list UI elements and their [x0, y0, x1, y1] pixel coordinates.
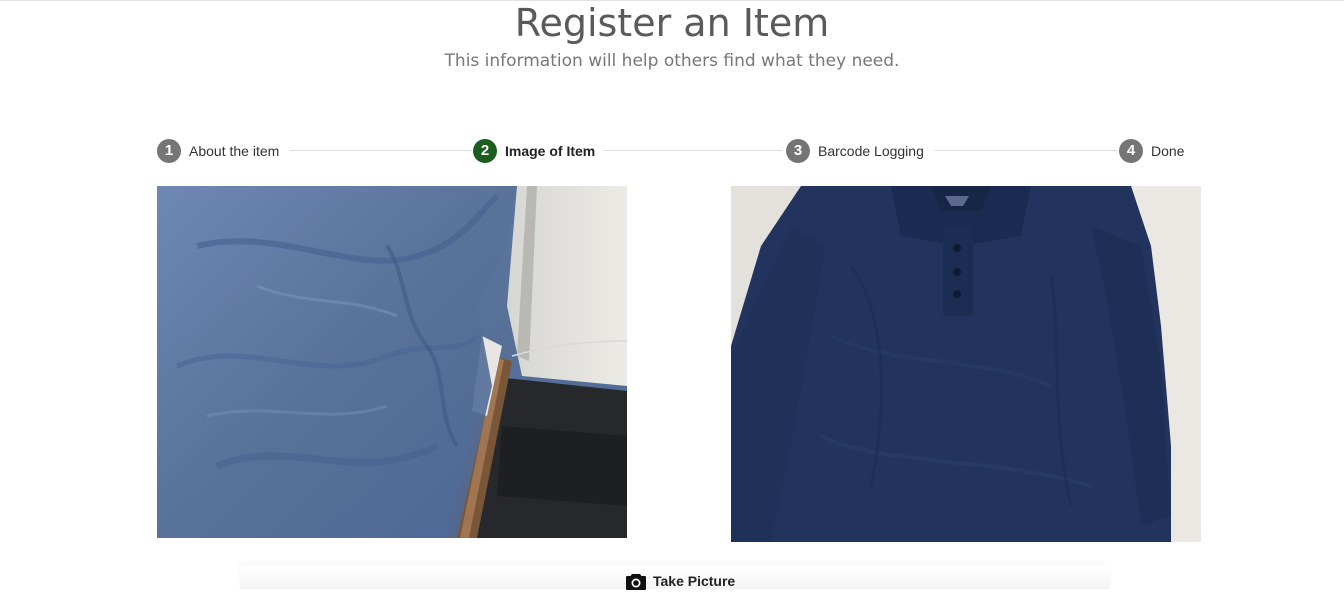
step-connector: [934, 150, 1118, 151]
step-image-of-item[interactable]: 2 Image of Item: [473, 138, 604, 163]
camera-icon: [626, 574, 646, 590]
step-label: About the item: [189, 142, 280, 159]
polo-shirt-image: [731, 186, 1201, 542]
step-progress: 1 About the item 2 Image of Item 3 Barco…: [157, 138, 1193, 163]
step-number: 1: [157, 138, 181, 163]
step-about-item[interactable]: 1 About the item: [157, 138, 288, 163]
step-number: 4: [1119, 138, 1143, 163]
step-label: Done: [1151, 142, 1185, 159]
captured-item-photo: [157, 186, 627, 538]
page-subtitle: This information will help others find w…: [444, 51, 900, 71]
step-barcode-logging[interactable]: 3 Barcode Logging: [786, 138, 932, 163]
step-done[interactable]: 4 Done: [1119, 138, 1193, 163]
step-number: 3: [786, 138, 810, 163]
step-label: Barcode Logging: [818, 142, 924, 159]
item-preview-photo: [731, 186, 1201, 542]
step-number: 2: [473, 138, 497, 163]
step-connector: [602, 150, 782, 151]
step-connector: [290, 150, 472, 151]
page-title: Register an Item: [514, 1, 830, 45]
step-label: Image of Item: [505, 142, 596, 159]
shirt-closeup-image: [157, 186, 627, 538]
take-picture-label: Take Picture: [653, 573, 736, 589]
